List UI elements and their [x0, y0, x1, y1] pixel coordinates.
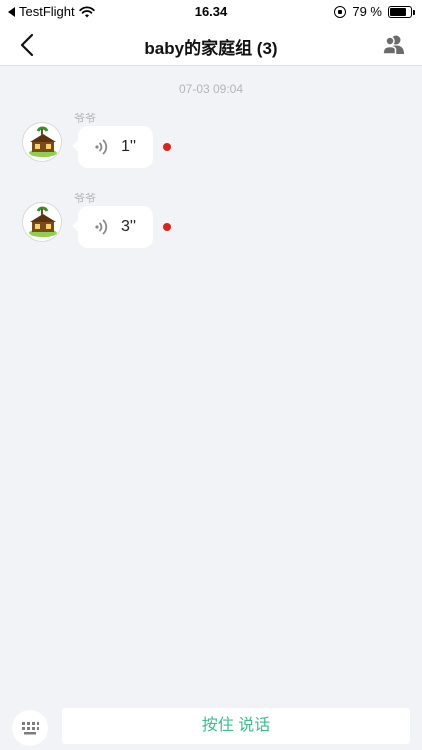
hold-to-talk-button[interactable]: 按住 说话: [62, 708, 410, 744]
voice-bubble[interactable]: 3'': [72, 206, 153, 248]
input-bar: 按住 说话: [0, 702, 422, 750]
sender-name: 爷爷: [74, 193, 96, 205]
voice-message: 爷爷 1'': [0, 110, 422, 180]
status-bar: TestFlight 16.34 79 %: [0, 0, 422, 24]
unread-dot: [163, 143, 171, 151]
avatar-image-icon: [23, 203, 61, 241]
voice-bubble[interactable]: 1'': [72, 126, 153, 168]
chat-area[interactable]: 07-03 09:04 爷爷 1'' 爷爷 3'': [0, 66, 422, 702]
voice-message: 爷爷 3'': [0, 190, 422, 260]
voice-duration: 3'': [121, 218, 137, 235]
nav-bar: baby的家庭组 (3): [0, 24, 422, 66]
battery-percent: 79 %: [352, 4, 382, 19]
avatar[interactable]: [22, 122, 62, 162]
keyboard-toggle-button[interactable]: [12, 710, 48, 746]
avatar-image-icon: [23, 123, 61, 161]
unread-dot: [163, 223, 171, 231]
voice-duration: 1'': [121, 138, 137, 155]
message-timestamp: 07-03 09:04: [178, 82, 244, 96]
voice-wave-icon: [95, 219, 108, 235]
page-title: baby的家庭组 (3): [144, 39, 278, 58]
voice-wave-icon: [95, 139, 108, 155]
group-members-icon[interactable]: [382, 33, 406, 57]
battery-icon: [388, 5, 415, 18]
keyboard-icon: [22, 722, 39, 735]
orientation-lock-icon: [334, 5, 347, 18]
avatar[interactable]: [22, 202, 62, 242]
sender-name: 爷爷: [74, 113, 96, 125]
